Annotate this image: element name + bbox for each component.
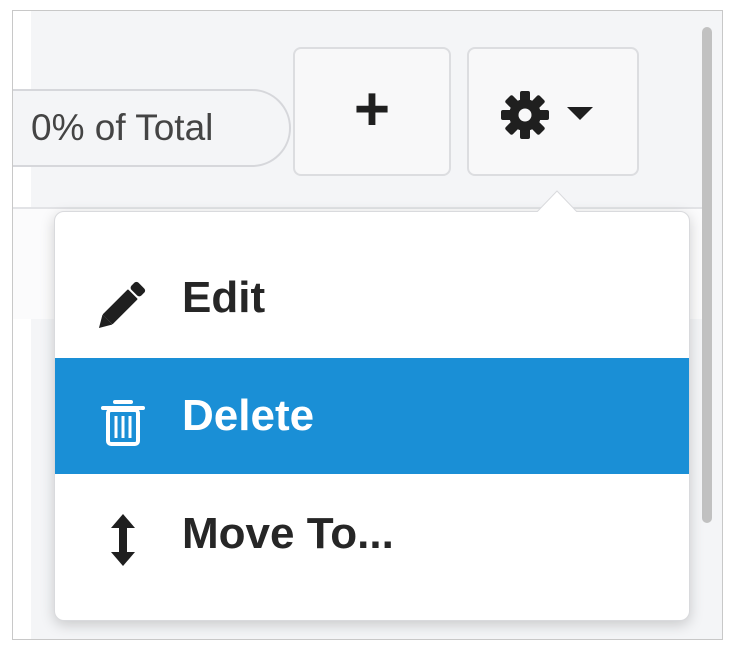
menu-pointer xyxy=(535,190,579,214)
pencil-icon xyxy=(95,276,151,332)
menu-item-delete[interactable]: Delete xyxy=(55,358,689,474)
percent-of-total-label: 0% of Total xyxy=(31,107,214,148)
app-window: 0% of Total + Edit Delete Move To... xyxy=(12,10,723,640)
settings-dropdown-menu: Edit Delete Move To... xyxy=(54,190,690,621)
trash-icon xyxy=(95,394,151,450)
add-button[interactable]: + xyxy=(293,47,451,176)
scrollbar[interactable] xyxy=(702,27,712,523)
gear-icon xyxy=(499,89,551,141)
plus-icon: + xyxy=(353,75,391,144)
menu-item-edit[interactable]: Edit xyxy=(55,240,689,356)
menu-item-label: Delete xyxy=(182,391,315,440)
menu-item-label: Edit xyxy=(182,273,266,322)
menu-item-label: Move To... xyxy=(182,509,394,558)
menu-item-move-to[interactable]: Move To... xyxy=(55,476,689,592)
percent-of-total-pill: 0% of Total xyxy=(13,89,291,167)
settings-dropdown-button[interactable] xyxy=(467,47,639,176)
vertical-arrows-icon xyxy=(95,512,151,568)
chevron-down-icon xyxy=(567,107,593,121)
